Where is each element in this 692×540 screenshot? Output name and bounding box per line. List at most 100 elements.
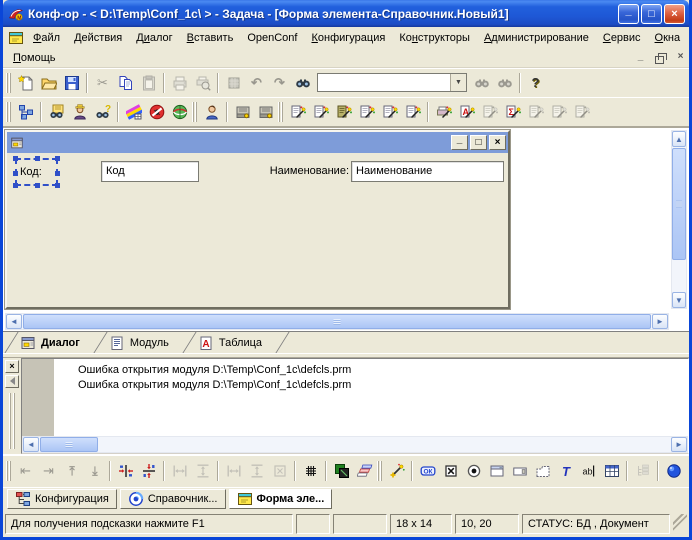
vertical-scroll-thumb[interactable]	[672, 148, 686, 260]
constructor-print-button[interactable]	[432, 101, 455, 123]
name-label[interactable]: Наименование:	[257, 165, 349, 177]
form-window-titlebar[interactable]: _ □ ×	[7, 132, 508, 153]
toolbar-grip[interactable]	[6, 461, 11, 481]
menu-administration[interactable]: Администрирование	[477, 30, 596, 46]
selection-handle[interactable]	[13, 156, 18, 161]
constructor-journal-button[interactable]	[332, 101, 355, 123]
new-control-wizard-button[interactable]	[385, 460, 408, 482]
checkbox-tool-button[interactable]	[439, 460, 462, 482]
constructor-totals-button[interactable]	[501, 101, 524, 123]
search-combobox[interactable]: ▼	[317, 73, 467, 92]
search-combobox-input[interactable]	[318, 74, 450, 91]
minimize-button[interactable]: _	[618, 4, 639, 24]
mdi-close-button[interactable]: ×	[672, 50, 689, 65]
help-button[interactable]: ?	[524, 72, 547, 94]
workspace-horizontal-scrollbar[interactable]: ◄ ►	[5, 313, 669, 330]
menu-dialog[interactable]: Диалог	[129, 30, 179, 46]
combobox-tool-button[interactable]	[508, 460, 531, 482]
data-restore-button[interactable]	[254, 101, 277, 123]
radio-tool-button[interactable]	[462, 460, 485, 482]
center-horizontal-button[interactable]	[114, 460, 137, 482]
save-button[interactable]	[60, 72, 83, 94]
constructor-query-button[interactable]	[355, 101, 378, 123]
window-tab-configuration[interactable]: Конфигурация	[7, 489, 117, 509]
selection-handle[interactable]	[55, 183, 60, 188]
code-field[interactable]: Код	[101, 161, 199, 182]
selection-handle[interactable]	[55, 156, 60, 161]
grid-button[interactable]	[299, 460, 322, 482]
close-button[interactable]: ×	[664, 4, 685, 24]
messages-scroll-thumb[interactable]	[40, 437, 98, 452]
constructor-object-button[interactable]	[286, 101, 309, 123]
table-tool-button[interactable]	[600, 460, 623, 482]
text-tool-button[interactable]	[554, 460, 577, 482]
menu-openconf[interactable]: OpenConf	[240, 30, 304, 46]
selection-handle[interactable]	[55, 171, 60, 176]
name-field[interactable]: Наименование	[351, 161, 504, 182]
menu-service[interactable]: Сервис	[596, 30, 648, 46]
tab-table[interactable]: Таблица	[190, 332, 282, 353]
menu-help[interactable]: Помощь	[6, 50, 63, 66]
messages-grip[interactable]	[9, 393, 15, 449]
window-tab-form[interactable]: Форма эле...	[229, 489, 333, 509]
interface-editor-button[interactable]	[122, 101, 145, 123]
frame-tool-button[interactable]	[485, 460, 508, 482]
constructor-module-button[interactable]	[309, 101, 332, 123]
sphere-tool-button[interactable]	[662, 460, 685, 482]
user-properties-button[interactable]	[200, 101, 223, 123]
menu-windows[interactable]: Окна	[648, 30, 688, 46]
menu-file[interactable]: Файл	[26, 30, 67, 46]
messages-output[interactable]: Ошибка открытия модуля D:\Temp\Conf_1c\d…	[21, 358, 689, 454]
constructor-dialog-button[interactable]	[401, 101, 424, 123]
config-structure-button[interactable]	[14, 101, 37, 123]
mdi-minimize-button[interactable]: _	[632, 50, 649, 65]
selection-handle[interactable]	[13, 183, 18, 188]
form-close-button[interactable]: ×	[489, 135, 506, 150]
tab-dialog[interactable]: Диалог	[12, 332, 100, 353]
chevron-down-icon[interactable]: ▼	[450, 74, 466, 91]
window-tab-reference[interactable]: Справочник...	[120, 489, 226, 509]
color-square-button[interactable]	[330, 460, 353, 482]
scroll-left-icon[interactable]: ◄	[6, 314, 22, 329]
selection-handle[interactable]	[35, 156, 40, 161]
open-file-button[interactable]	[37, 72, 60, 94]
constructor-report-button[interactable]	[455, 101, 478, 123]
workspace-vertical-scrollbar[interactable]: ▲ ▼	[671, 130, 687, 309]
mdi-restore-button[interactable]	[652, 50, 669, 65]
selected-code-label[interactable]: Код:	[15, 158, 58, 186]
messages-close-button[interactable]: ×	[5, 360, 19, 373]
toolbar-grip[interactable]	[6, 102, 11, 122]
messages-prev-button[interactable]	[5, 375, 19, 388]
messages-horizontal-scrollbar[interactable]: ◄ ►	[22, 436, 688, 453]
button-tool-button[interactable]	[416, 460, 439, 482]
center-vertical-button[interactable]	[137, 460, 160, 482]
toolbar-grip[interactable]	[192, 102, 197, 122]
constructor-layout-button[interactable]	[378, 101, 401, 123]
title-bar[interactable]: Конф-ор - < D:\Temp\Conf_1c\ > - Задача …	[3, 0, 689, 27]
child-system-menu-icon[interactable]	[8, 30, 24, 46]
horizontal-scroll-thumb[interactable]	[23, 314, 651, 329]
menu-insert[interactable]: Вставить	[180, 30, 241, 46]
toolbar-grip[interactable]	[6, 73, 11, 93]
network-globe-button[interactable]	[168, 101, 191, 123]
resize-grip[interactable]	[673, 514, 687, 534]
selection-handle[interactable]	[13, 171, 18, 176]
form-maximize-button[interactable]: □	[470, 135, 487, 150]
toolbar-grip[interactable]	[377, 461, 382, 481]
menu-constructors[interactable]: Конструкторы	[392, 30, 477, 46]
scroll-up-icon[interactable]: ▲	[672, 131, 686, 147]
text-search-button[interactable]	[91, 101, 114, 123]
scroll-left-icon[interactable]: ◄	[23, 437, 39, 452]
form-preview-window[interactable]: _ □ × Код: Код	[5, 130, 510, 309]
form-minimize-button[interactable]: _	[451, 135, 468, 150]
scroll-right-icon[interactable]: ►	[652, 314, 668, 329]
editbox-tool-button[interactable]	[577, 460, 600, 482]
menu-configuration[interactable]: Конфигурация	[304, 30, 392, 46]
user-monitor-button[interactable]	[68, 101, 91, 123]
monitor-search-button[interactable]	[45, 101, 68, 123]
scroll-right-icon[interactable]: ►	[671, 437, 687, 452]
maximize-button[interactable]: □	[641, 4, 662, 24]
form-canvas[interactable]: Код: Код Наименование: Наименование	[7, 153, 508, 307]
copy-button[interactable]	[114, 72, 137, 94]
access-deny-button[interactable]	[145, 101, 168, 123]
